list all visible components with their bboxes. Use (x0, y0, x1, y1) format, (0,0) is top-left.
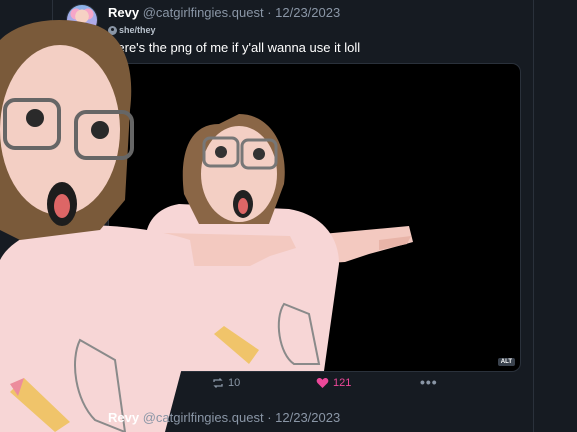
next-handle[interactable]: @catgirlfingies.quest (143, 410, 264, 425)
next-display-name[interactable]: Revy (108, 410, 139, 425)
next-post-date[interactable]: 12/23/2023 (275, 410, 340, 425)
avatar[interactable] (66, 4, 98, 36)
pronouns-badge: she/they (108, 25, 156, 35)
heart-icon (316, 377, 329, 388)
separator: · (263, 5, 276, 20)
post-text: Here's the png of me if y'all wanna use … (108, 40, 361, 55)
alt-badge[interactable]: ALT (497, 358, 515, 366)
repost-count: 10 (228, 377, 241, 389)
repost-icon (213, 378, 223, 388)
pronouns-text: she/they (119, 25, 156, 35)
next-separator: · (263, 410, 276, 425)
post-date[interactable]: 12/23/2023 (275, 5, 340, 20)
like-count: 121 (333, 377, 352, 389)
post-header: Revy @catgirlfingies.quest · 12/23/2023 (108, 5, 340, 20)
globe-icon (108, 25, 117, 35)
more-icon: ••• (420, 374, 438, 390)
repost-button[interactable]: 10 (212, 377, 240, 389)
display-name[interactable]: Revy (108, 5, 139, 20)
more-button[interactable]: ••• (420, 374, 438, 390)
post-image[interactable]: ALT (108, 63, 521, 372)
next-post-header: Revy @catgirlfingies.quest · 12/23/2023 (108, 410, 340, 425)
like-button[interactable]: 121 (316, 377, 351, 389)
handle[interactable]: @catgirlfingies.quest (143, 5, 264, 20)
photo-person-icon (145, 114, 413, 371)
action-bar: 10 121 ••• (108, 374, 519, 395)
